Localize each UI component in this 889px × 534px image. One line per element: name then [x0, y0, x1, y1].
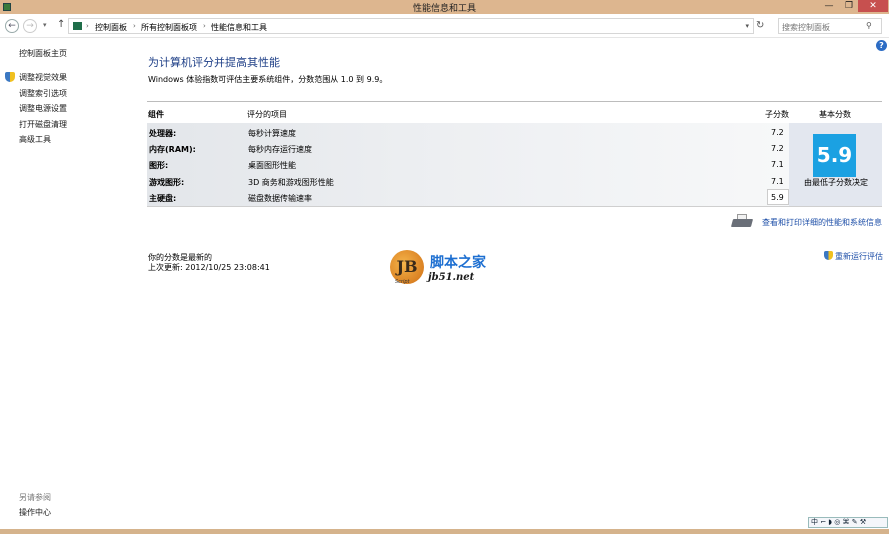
shield-icon [5, 72, 15, 82]
page-description: Windows 体验指数可评估主要系统组件，分数范围从 1.0 到 9.9。 [148, 75, 388, 84]
printer-icon [730, 214, 754, 228]
address-field[interactable]: › 控制面板 › 所有控制面板项 › 性能信息和工具 ▾ [68, 18, 754, 34]
table-row: 处理器: 每秒计算速度 7.2 [147, 124, 789, 140]
arrow-up-icon: ↑ [57, 19, 66, 30]
divider [147, 206, 882, 207]
action-center-link[interactable]: 操作中心 [19, 507, 51, 518]
last-update: 上次更新: 2012/10/25 23:08:41 [148, 263, 270, 272]
rated-item: 磁盘数据传输速率 [248, 194, 312, 203]
back-button[interactable]: ← [5, 19, 19, 33]
page-title: 为计算机评分并提高其性能 [148, 56, 280, 69]
breadcrumb-control-panel[interactable]: 控制面板 [95, 22, 127, 33]
chevron-right-icon[interactable]: › [203, 22, 206, 30]
close-button[interactable]: ✕ [858, 0, 888, 12]
sidebar-item-indexing[interactable]: 调整索引选项 [19, 88, 67, 99]
subscore: 7.1 [771, 160, 784, 169]
rated-item: 桌面图形性能 [248, 161, 296, 170]
table-row: 图形: 桌面图形性能 7.1 [147, 156, 789, 172]
watermark-url: jb51.net [428, 272, 475, 283]
chevron-right-icon[interactable]: › [86, 22, 89, 30]
subscore: 7.2 [771, 144, 784, 153]
sidebar-item-disk-cleanup[interactable]: 打开磁盘清理 [19, 119, 67, 130]
base-score-tile: 5.9 [813, 134, 856, 177]
shield-icon [824, 251, 833, 260]
address-bar-row: ← → ▾ ↑ › 控制面板 › 所有控制面板项 › 性能信息和工具 ▾ ↻ ⚲ [0, 14, 889, 38]
maximize-button[interactable]: ❐ [838, 0, 860, 12]
rated-item: 每秒内存运行速度 [248, 145, 312, 154]
title-bar: 性能信息和工具 — ❐ ✕ [0, 0, 889, 14]
header-base-score: 基本分数 [819, 110, 851, 119]
base-score-panel: 5.9 由最低子分数决定 [789, 123, 882, 206]
help-icon[interactable]: ? [876, 40, 887, 51]
component-name: 主硬盘: [149, 194, 177, 203]
refresh-icon[interactable]: ↻ [756, 20, 764, 31]
taskbar[interactable] [0, 529, 889, 534]
header-component: 组件 [148, 110, 164, 119]
rated-item: 每秒计算速度 [248, 129, 296, 138]
score-table: 组件 评分的项目 子分数 基本分数 处理器: 每秒计算速度 7.2 内存(RAM… [147, 101, 882, 207]
forward-button[interactable]: → [23, 19, 37, 33]
divider [147, 101, 882, 102]
subscore: 7.2 [771, 128, 784, 137]
up-button[interactable]: ↑ [57, 19, 65, 30]
component-name: 处理器: [149, 129, 177, 138]
chevron-right-icon[interactable]: › [133, 22, 136, 30]
arrow-left-icon: ← [8, 21, 16, 31]
sidebar-item-home[interactable]: 控制面板主页 [19, 48, 67, 59]
breadcrumb-all-items[interactable]: 所有控制面板项 [141, 22, 197, 33]
see-also-label: 另请参阅 [19, 493, 51, 502]
view-print-details-link[interactable]: 查看和打印详细的性能和系统信息 [762, 217, 882, 228]
score-rows: 处理器: 每秒计算速度 7.2 内存(RAM): 每秒内存运行速度 7.2 图形… [147, 123, 789, 206]
watermark-name: 脚本之家 [430, 255, 486, 271]
component-name: 内存(RAM): [149, 145, 196, 154]
table-row: 主硬盘: 磁盘数据传输速率 5.9 [147, 189, 789, 205]
table-row: 内存(RAM): 每秒内存运行速度 7.2 [147, 140, 789, 156]
arrow-right-icon: → [26, 21, 34, 31]
component-name: 游戏图形: [149, 178, 185, 187]
watermark-logo: JB Script 脚本之家 jb51.net [390, 250, 510, 290]
sidebar-item-visual-effects[interactable]: 调整视觉效果 [19, 72, 67, 83]
component-name: 图形: [149, 161, 169, 170]
logo-script-text: Script [395, 279, 410, 285]
table-row: 游戏图形: 3D 商务和游戏图形性能 7.1 [147, 173, 789, 189]
control-panel-icon [73, 22, 82, 30]
header-item: 评分的项目 [247, 110, 287, 119]
sidebar-item-power[interactable]: 调整电源设置 [19, 103, 67, 114]
window-title: 性能信息和工具 [412, 4, 476, 14]
rerun-assessment-link[interactable]: 重新运行评估 [835, 251, 883, 262]
base-score-caption: 由最低子分数决定 [804, 178, 868, 187]
minimize-button[interactable]: — [818, 0, 840, 12]
recent-pages-dropdown[interactable]: ▾ [43, 21, 47, 29]
subscore: 7.1 [771, 177, 784, 186]
header-subscore: 子分数 [765, 110, 789, 119]
sidebar-item-advanced-tools[interactable]: 高级工具 [19, 134, 51, 145]
breadcrumb-perf-tools[interactable]: 性能信息和工具 [211, 22, 267, 33]
search-icon[interactable]: ⚲ [866, 21, 872, 30]
subscore: 5.9 [771, 193, 784, 202]
rated-item: 3D 商务和游戏图形性能 [248, 178, 334, 187]
chevron-down-icon[interactable]: ▾ [745, 22, 749, 30]
ime-toolbar[interactable]: 中 ⌐ ◗ ◎ ⌘ ✎ ⚒ [808, 517, 888, 528]
